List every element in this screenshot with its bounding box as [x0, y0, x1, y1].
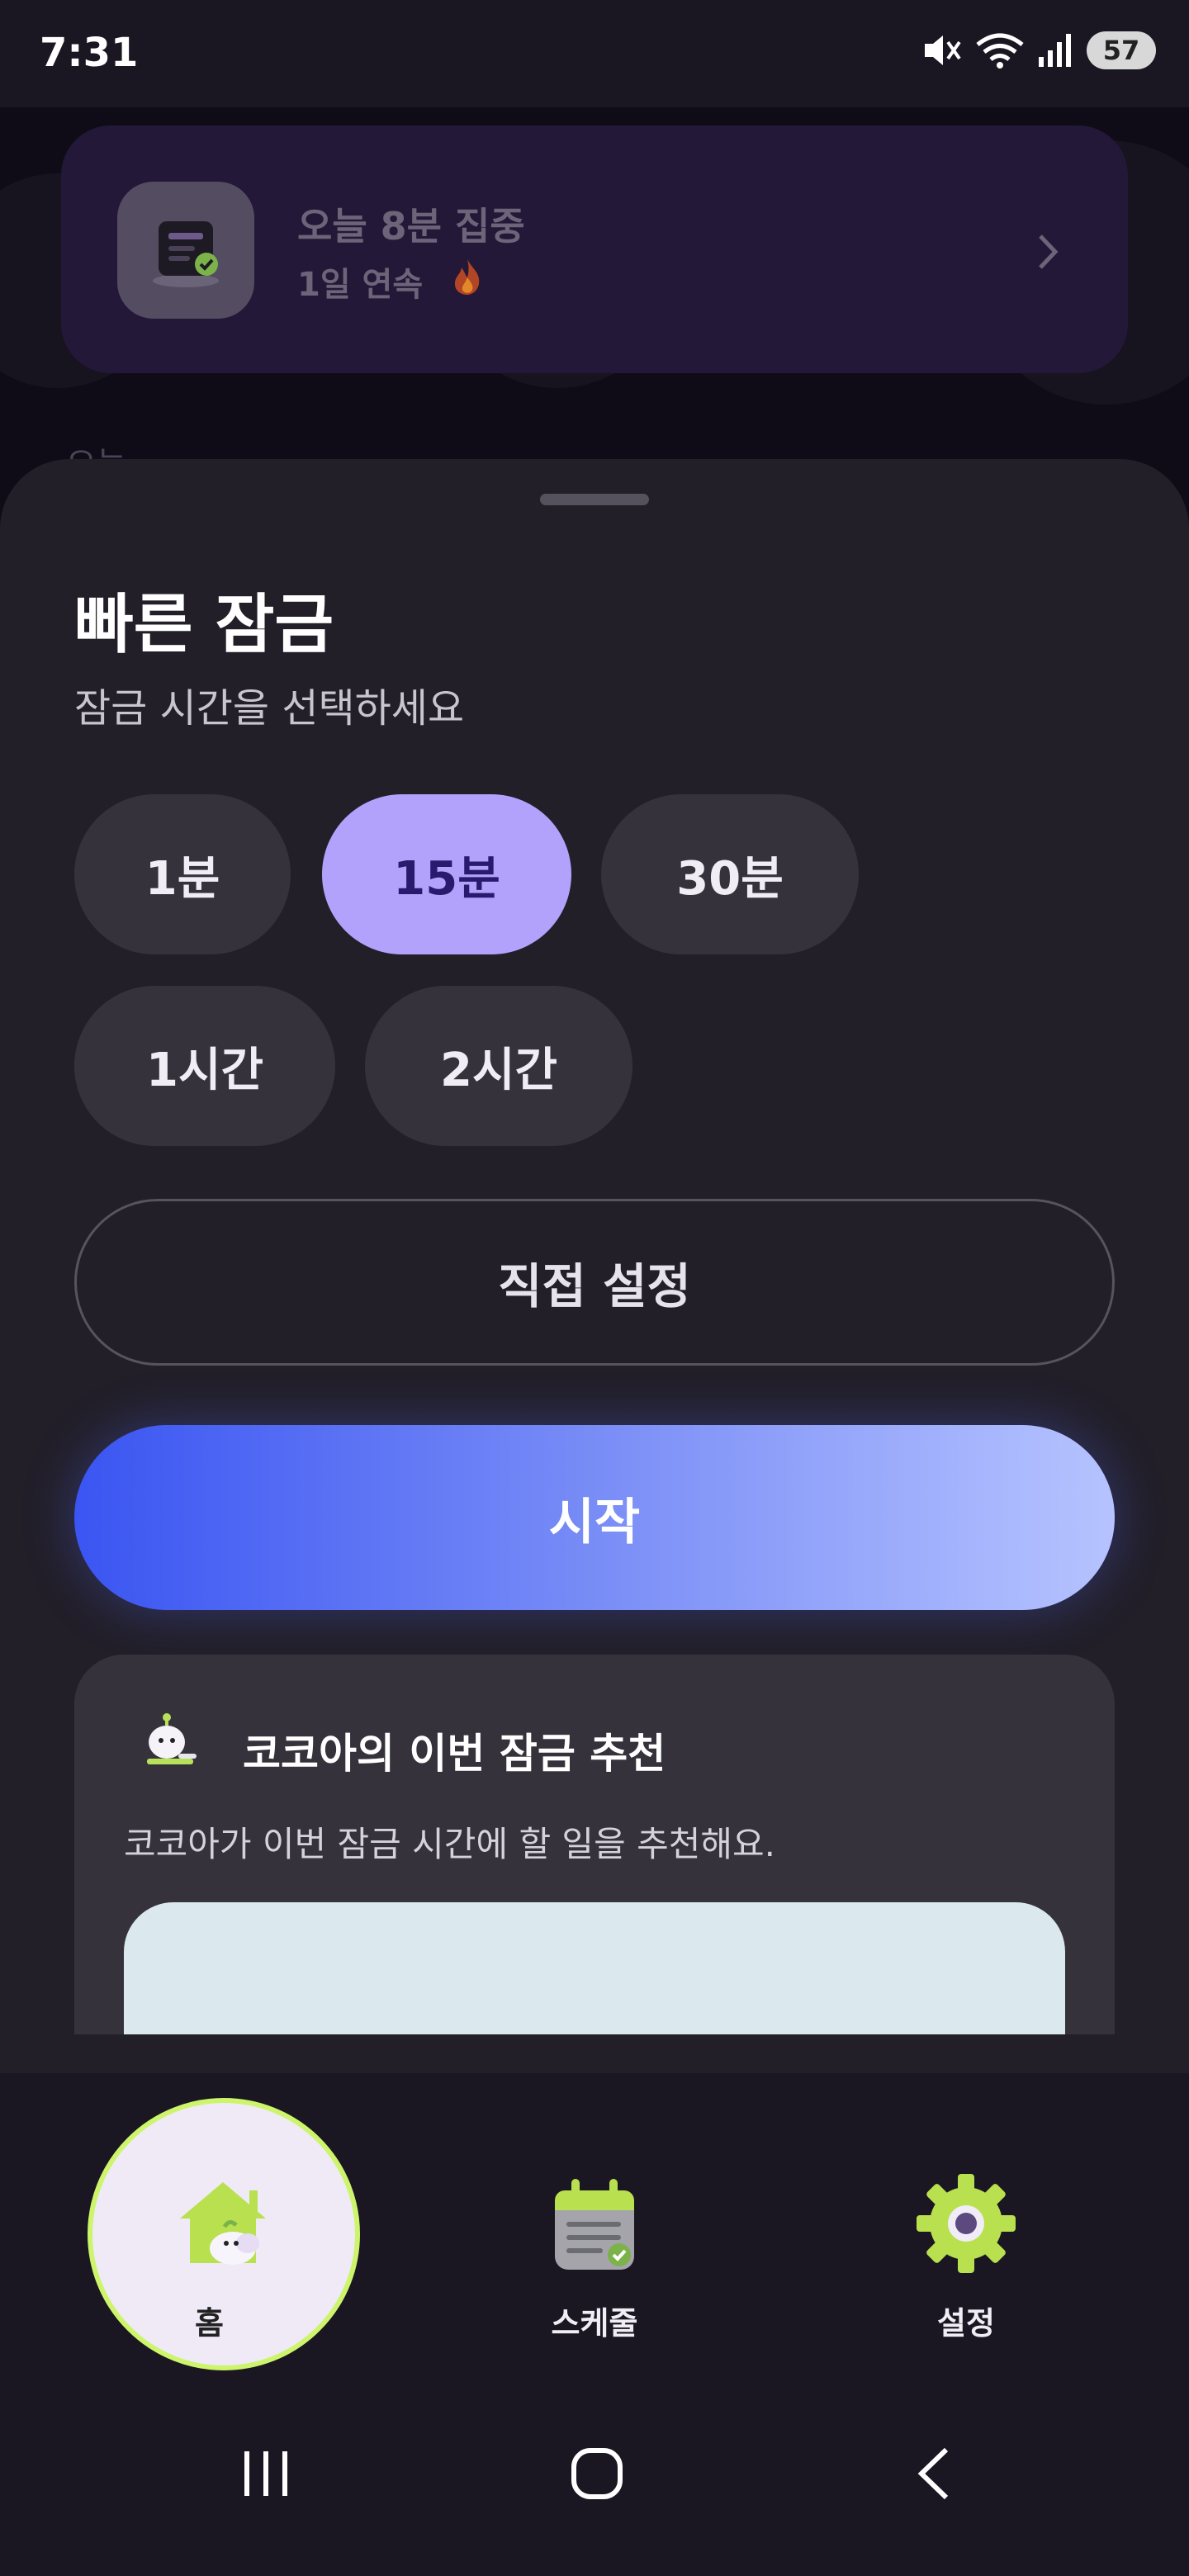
recommendation-item[interactable]: [124, 1902, 1065, 2034]
sheet-drag-handle[interactable]: [540, 494, 649, 505]
start-button[interactable]: 시작: [74, 1425, 1115, 1610]
gear-icon: [917, 2174, 1016, 2273]
cocoa-mascot-icon: [147, 1713, 197, 1764]
focus-streak: 1일 연속: [297, 258, 484, 305]
duration-chip-15m[interactable]: 15분: [322, 794, 571, 954]
system-nav-bar: [0, 2387, 1189, 2576]
wifi-icon: [976, 33, 1024, 69]
status-bar: 7:31 57: [0, 0, 1189, 107]
sheet-title: 빠른 잠금: [74, 588, 334, 662]
focus-streak-label: 1일 연속: [297, 266, 424, 304]
focus-title: 오늘 8분 집중: [297, 204, 525, 249]
duration-chip-30m[interactable]: 30분: [601, 794, 859, 954]
fire-icon: [451, 258, 484, 304]
home-button-icon[interactable]: [570, 2445, 624, 2503]
chevron-right-icon: [1039, 234, 1059, 269]
bottom-nav: 홈 스케줄 설정: [0, 2073, 1189, 2387]
focus-summary-card[interactable]: 오늘 8분 집중 1일 연속: [61, 125, 1128, 373]
sheet-subtitle: 잠금 시간을 선택하세요: [74, 685, 465, 732]
status-icons: 57: [921, 31, 1156, 69]
back-icon[interactable]: [913, 2445, 955, 2503]
battery-indicator: 57: [1087, 31, 1156, 69]
custom-duration-button[interactable]: 직접 설정: [74, 1199, 1115, 1366]
quick-lock-sheet: 빠른 잠금 잠금 시간을 선택하세요 1분 15분 30분 1시간 2시간 직접…: [0, 459, 1189, 2073]
signal-icon: [1039, 34, 1071, 67]
status-time: 7:31: [40, 30, 139, 76]
focus-app-icon: [117, 182, 254, 319]
recommendation-description: 코코아가 이번 잠금 시간에 할 일을 추천해요.: [124, 1824, 775, 1864]
home-icon: [180, 2182, 266, 2265]
nav-label-schedule: 스케줄: [551, 2305, 638, 2342]
home-background: 오늘 8분 집중 1일 연속 오늘: [0, 107, 1189, 520]
mute-icon: [925, 36, 961, 65]
duration-chip-1h[interactable]: 1시간: [74, 986, 335, 1146]
nav-label-settings: 설정: [937, 2305, 995, 2342]
nav-label-home: 홈: [195, 2305, 224, 2342]
duration-chip-1m[interactable]: 1분: [74, 794, 291, 954]
recommendation-card: 코코아의 이번 잠금 추천 코코아가 이번 잠금 시간에 할 일을 추천해요.: [74, 1655, 1115, 2034]
recent-apps-icon[interactable]: [239, 2445, 292, 2503]
duration-chip-2h[interactable]: 2시간: [365, 986, 632, 1146]
recommendation-title: 코코아의 이번 잠금 추천: [243, 1730, 666, 1778]
calendar-icon: [555, 2179, 634, 2270]
